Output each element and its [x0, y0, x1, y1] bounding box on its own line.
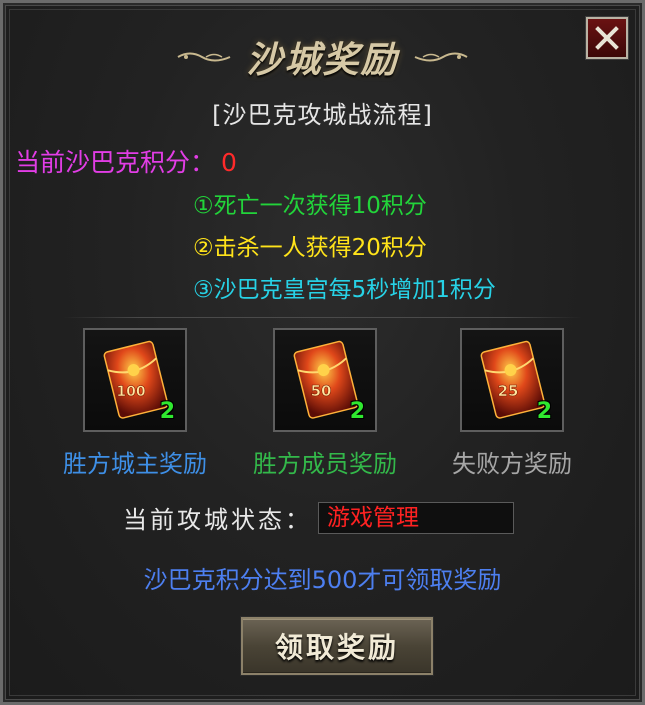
- siege-status-label: 当前攻城状态：: [123, 506, 312, 534]
- item-count: 2: [349, 399, 365, 424]
- envelope-badge: 25: [498, 382, 519, 400]
- sabak-reward-window: 沙城奖励 [沙巴克攻城战流程] 当前沙巴克积分： 0 ①死亡一次获得10积分 ②击…: [0, 0, 645, 705]
- item-count: 2: [536, 399, 552, 424]
- siege-status-value: 游戏管理: [318, 501, 514, 534]
- reward-loser: 25 2 失败方奖励: [412, 328, 612, 479]
- reward-label: 胜方城主奖励: [63, 450, 207, 478]
- item-slot[interactable]: 50 2: [273, 328, 377, 432]
- item-slot[interactable]: 25 2: [460, 328, 564, 432]
- flow-subtitle: [沙巴克攻城战流程]: [212, 101, 433, 129]
- reward-label: 失败方奖励: [452, 450, 572, 478]
- title-ornament-right-icon: [414, 52, 468, 62]
- item-count: 2: [159, 399, 175, 424]
- item-slot[interactable]: 100 2: [83, 328, 187, 432]
- envelope-badge: 100: [116, 384, 145, 400]
- siege-status-row: 当前攻城状态： 游戏管理: [123, 500, 514, 535]
- reward-winner-member: 50 2 胜方成员奖励: [225, 328, 425, 479]
- close-icon: [595, 26, 619, 50]
- rule-palace: ③沙巴克皇宫每5秒增加1积分: [193, 277, 496, 303]
- window-title-bar: 沙城奖励: [3, 25, 642, 89]
- close-button[interactable]: [585, 16, 629, 60]
- claim-requirement-notice: 沙巴克积分达到500才可领取奖励: [143, 566, 502, 594]
- current-score-value: 0: [221, 148, 237, 177]
- rule-death: ①死亡一次获得10积分: [193, 193, 427, 219]
- envelope-badge: 50: [311, 382, 332, 400]
- rule-kill: ②击杀一人获得20积分: [193, 235, 427, 261]
- window-title: 沙城奖励: [246, 39, 399, 81]
- current-score-label: 当前沙巴克积分：: [15, 148, 216, 177]
- title-ornament-left-icon: [177, 52, 231, 62]
- divider: [63, 317, 582, 318]
- reward-label: 胜方成员奖励: [253, 450, 397, 478]
- current-score: 当前沙巴克积分： 0: [15, 143, 237, 179]
- claim-reward-button[interactable]: 领取奖励: [240, 616, 434, 676]
- reward-winner-lord: 100 2 胜方城主奖励: [35, 328, 235, 479]
